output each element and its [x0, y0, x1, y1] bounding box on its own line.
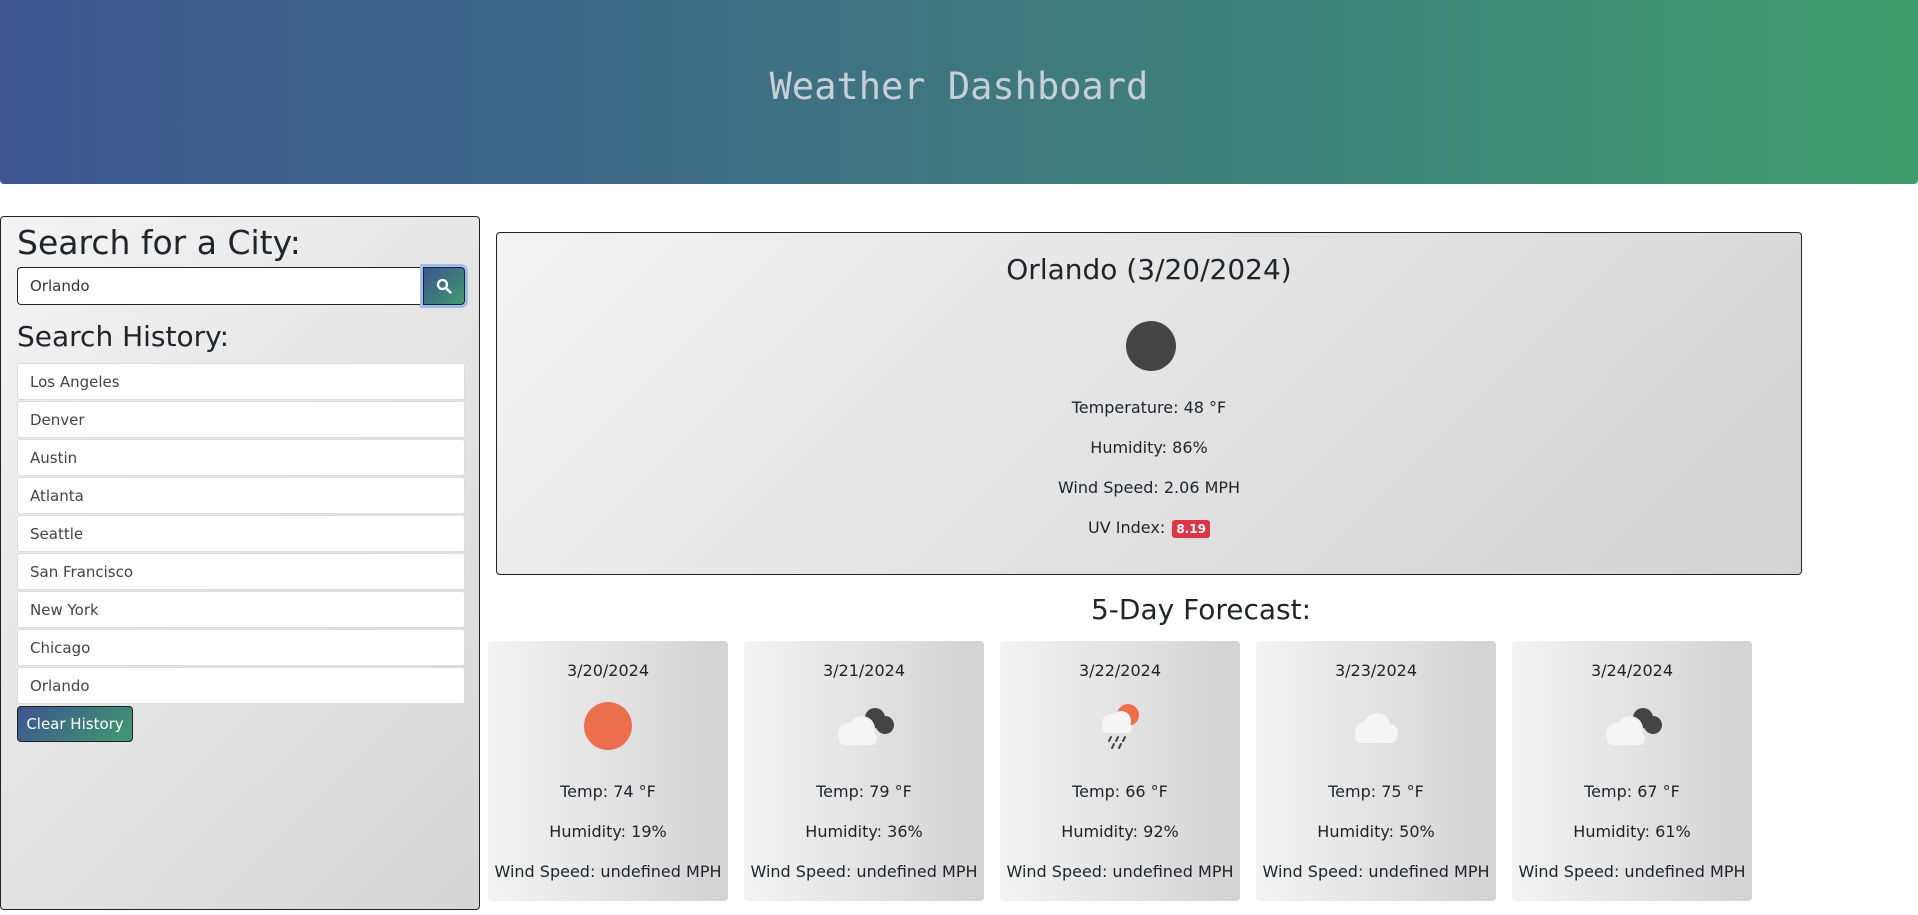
forecast-date: 3/22/2024 — [1078, 661, 1162, 680]
forecast-card: 3/23/2024 Temp: 75 °F Humidity: 50% Wind… — [1256, 641, 1496, 901]
forecast-wind: Wind Speed: undefined MPH — [1006, 862, 1234, 881]
forecast-temp: Temp: 66 °F — [1072, 782, 1168, 801]
cloudy-icon — [838, 708, 894, 745]
search-icon — [436, 278, 452, 294]
rain-sun-icon — [1102, 704, 1139, 749]
history-item[interactable]: San Francisco — [17, 553, 465, 590]
search-button[interactable] — [423, 267, 465, 305]
current-temperature: Temperature: 48 °F — [1071, 398, 1227, 417]
forecast-card: 3/21/2024 Temp: 79 °F Humidity: 36% Wind… — [744, 641, 984, 901]
forecast-humidity: Humidity: 50% — [1317, 822, 1435, 841]
forecast-date: 3/21/2024 — [822, 661, 906, 680]
uv-label: UV Index: — [1088, 518, 1166, 537]
current-humidity: Humidity: 86% — [1090, 438, 1208, 457]
forecast-card: 3/22/2024 Temp: 66 °F Humidity: 92% Wind… — [1000, 641, 1240, 901]
history-heading: Search History: — [17, 320, 230, 353]
forecast-date: 3/20/2024 — [566, 661, 650, 680]
sun-icon — [584, 702, 632, 750]
forecast-heading: 5-Day Forecast: — [1090, 593, 1312, 626]
search-sidebar: Search for a City: Search History: Los A… — [0, 216, 480, 910]
forecast-humidity: Humidity: 61% — [1573, 822, 1691, 841]
forecast-date: 3/23/2024 — [1334, 661, 1418, 680]
current-city-date: Orlando (3/20/2024) — [1006, 253, 1292, 286]
forecast-wind: Wind Speed: undefined MPH — [1518, 862, 1746, 881]
forecast-date: 3/24/2024 — [1590, 661, 1674, 680]
search-heading: Search for a City: — [17, 223, 301, 262]
forecast-temp: Temp: 75 °F — [1328, 782, 1424, 801]
forecast-temp: Temp: 74 °F — [560, 782, 656, 801]
history-item[interactable]: Chicago — [17, 629, 465, 666]
cloud-icon — [1355, 713, 1398, 743]
history-item[interactable]: Seattle — [17, 515, 465, 552]
forecast-card: 3/20/2024 Temp: 74 °F Humidity: 19% Wind… — [488, 641, 728, 901]
city-search-input[interactable] — [17, 267, 424, 305]
forecast-temp: Temp: 79 °F — [816, 782, 912, 801]
forecast-humidity: Humidity: 19% — [549, 822, 667, 841]
forecast-card: 3/24/2024 Temp: 67 °F Humidity: 61% Wind… — [1512, 641, 1752, 901]
forecast-temp: Temp: 67 °F — [1584, 782, 1680, 801]
current-uv-row: UV Index: 8.19 — [497, 518, 1801, 538]
history-item[interactable]: New York — [17, 591, 465, 628]
dark-circle-icon — [1126, 321, 1176, 371]
clear-history-button[interactable]: Clear History — [17, 706, 133, 742]
search-history-list: Los Angeles Denver Austin Atlanta Seattl… — [17, 363, 465, 705]
history-item[interactable]: Los Angeles — [17, 363, 465, 400]
page-header: Weather Dashboard — [0, 0, 1918, 184]
history-item[interactable]: Austin — [17, 439, 465, 476]
forecast-wind: Wind Speed: undefined MPH — [750, 862, 978, 881]
uv-index-badge: 8.19 — [1172, 519, 1210, 538]
forecast-humidity: Humidity: 92% — [1061, 822, 1179, 841]
current-weather-card: Orlando (3/20/2024) Temperature: 48 °F H… — [496, 232, 1802, 575]
cloudy-icon — [1606, 708, 1662, 745]
current-wind-speed: Wind Speed: 2.06 MPH — [1057, 478, 1241, 497]
forecast-humidity: Humidity: 36% — [805, 822, 923, 841]
history-item[interactable]: Denver — [17, 401, 465, 438]
page-title: Weather Dashboard — [769, 65, 1149, 108]
forecast-wind: Wind Speed: undefined MPH — [494, 862, 722, 881]
history-item[interactable]: Atlanta — [17, 477, 465, 514]
history-item[interactable]: Orlando — [17, 667, 465, 704]
forecast-wind: Wind Speed: undefined MPH — [1262, 862, 1490, 881]
